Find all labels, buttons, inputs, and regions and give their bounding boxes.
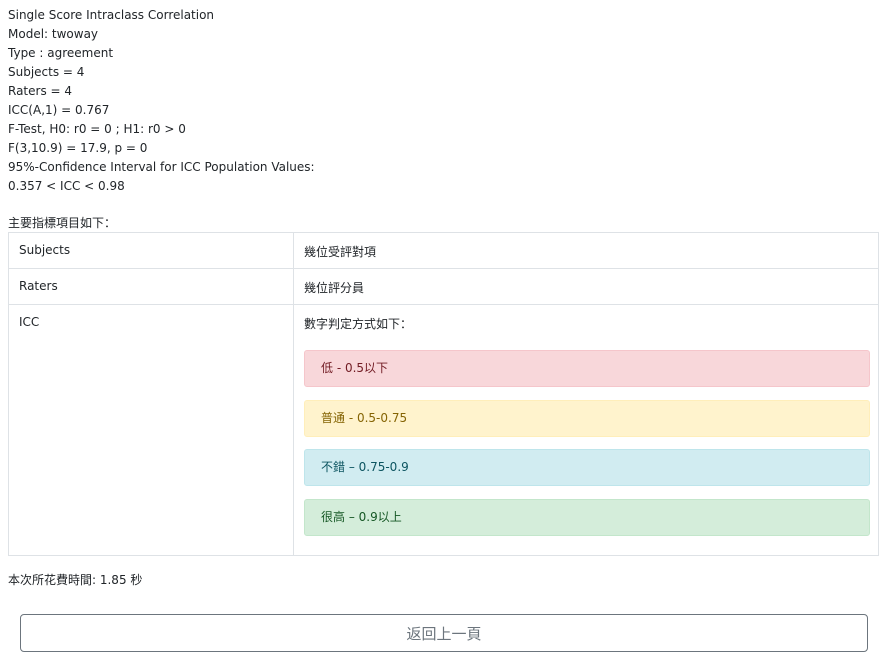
term-cell: Raters: [9, 269, 294, 304]
description-cell: 幾位受評對項: [304, 245, 377, 259]
result-line: F-Test, H0: r0 = 0 ; H1: r0 > 0: [8, 122, 186, 136]
term-cell: Subjects: [9, 233, 294, 268]
result-line: Single Score Intraclass Correlation: [8, 8, 215, 22]
level-alert-low: 低 - 0.5以下: [304, 350, 870, 387]
back-button[interactable]: 返回上一頁: [20, 614, 868, 652]
description-text: 數字判定方式如下：: [304, 317, 413, 331]
result-line: Subjects = 4: [8, 65, 85, 79]
level-alert-normal: 普通 - 0.5-0.75: [304, 400, 870, 437]
result-line: 95%-Confidence Interval for ICC Populati…: [8, 160, 315, 174]
level-alert-good: 不錯 – 0.75-0.9: [304, 449, 870, 486]
table-row: Subjects 幾位受評對項: [9, 233, 878, 269]
result-line: Raters = 4: [8, 84, 73, 98]
table-row: Raters 幾位評分員: [9, 269, 878, 305]
level-alert-high: 很高 – 0.9以上: [304, 499, 870, 536]
elapsed-time: 本次所花費時間: 1.85 秒: [8, 573, 143, 587]
indicator-table: Subjects 幾位受評對項 Raters 幾位評分員 ICC 數字判定方式如…: [8, 232, 879, 556]
description-cell: 幾位評分員: [304, 281, 365, 295]
table-row: ICC 數字判定方式如下： 低 - 0.5以下 普通 - 0.5-0.75 不錯…: [9, 305, 878, 555]
indicator-heading: 主要指標項目如下：: [8, 216, 117, 230]
term-cell: ICC: [9, 305, 294, 555]
result-line: F(3,10.9) = 17.9, p = 0: [8, 141, 148, 155]
result-line: Type : agreement: [8, 46, 114, 60]
result-line: ICC(A,1) = 0.767: [8, 103, 110, 117]
result-line: Model: twoway: [8, 27, 99, 41]
description-cell: 數字判定方式如下： 低 - 0.5以下 普通 - 0.5-0.75 不錯 – 0…: [294, 305, 878, 555]
result-line: 0.357 < ICC < 0.98: [8, 179, 125, 193]
result-output: Single Score Intraclass Correlation Mode…: [8, 6, 878, 196]
